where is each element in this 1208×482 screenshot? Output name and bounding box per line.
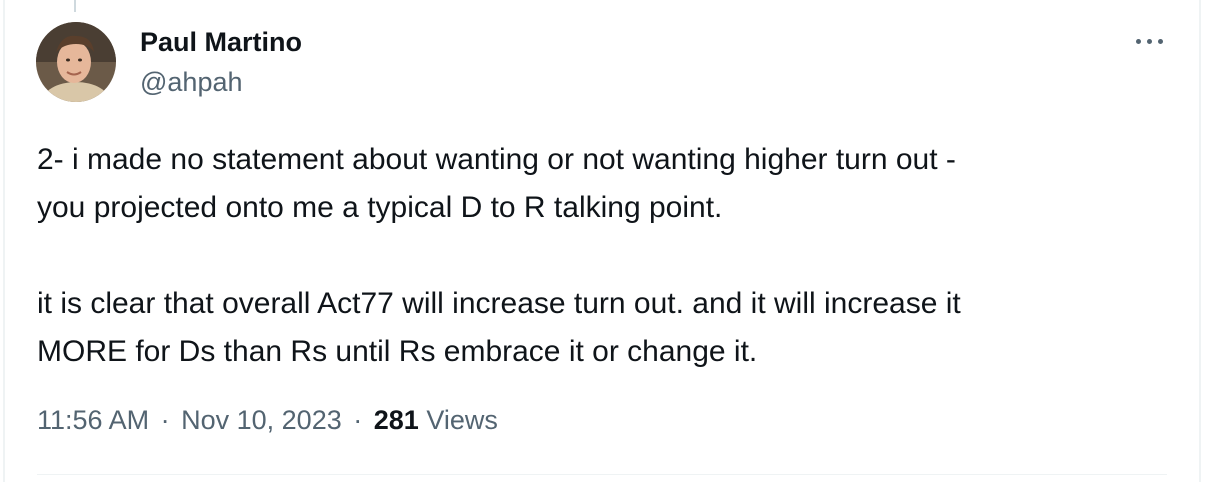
tweet-paragraph: 2- i made no statement about wanting or …: [37, 143, 956, 224]
tweet-text: 2- i made no statement about wanting or …: [37, 136, 1177, 376]
views-label[interactable]: Views: [426, 405, 498, 435]
meta-separator: ·: [160, 405, 170, 435]
tweet-paragraph: it is clear that overall Act77 will incr…: [37, 287, 961, 368]
tweet-metadata: 11:56 AM · Nov 10, 2023 · 281 Views: [37, 405, 498, 436]
tweet-time[interactable]: 11:56 AM: [37, 405, 149, 435]
more-options-button[interactable]: [1128, 26, 1172, 56]
thread-connector-line: [74, 0, 76, 12]
card-right-border: [1199, 0, 1201, 482]
views-count[interactable]: 281: [374, 405, 419, 435]
meta-separator: ·: [353, 405, 363, 435]
tweet-card: Paul Martino @ahpah 2- i made no stateme…: [0, 0, 1208, 482]
author-display-name[interactable]: Paul Martino: [140, 27, 302, 58]
more-horizontal-icon: [1136, 39, 1141, 44]
author-handle[interactable]: @ahpah: [140, 67, 243, 98]
tweet-date[interactable]: Nov 10, 2023: [181, 405, 342, 435]
avatar-image: [36, 22, 116, 102]
avatar[interactable]: [36, 22, 116, 102]
more-horizontal-icon-dot: [1147, 39, 1152, 44]
more-horizontal-icon-dot: [1158, 39, 1163, 44]
divider: [37, 474, 1167, 475]
card-left-border: [3, 0, 5, 482]
